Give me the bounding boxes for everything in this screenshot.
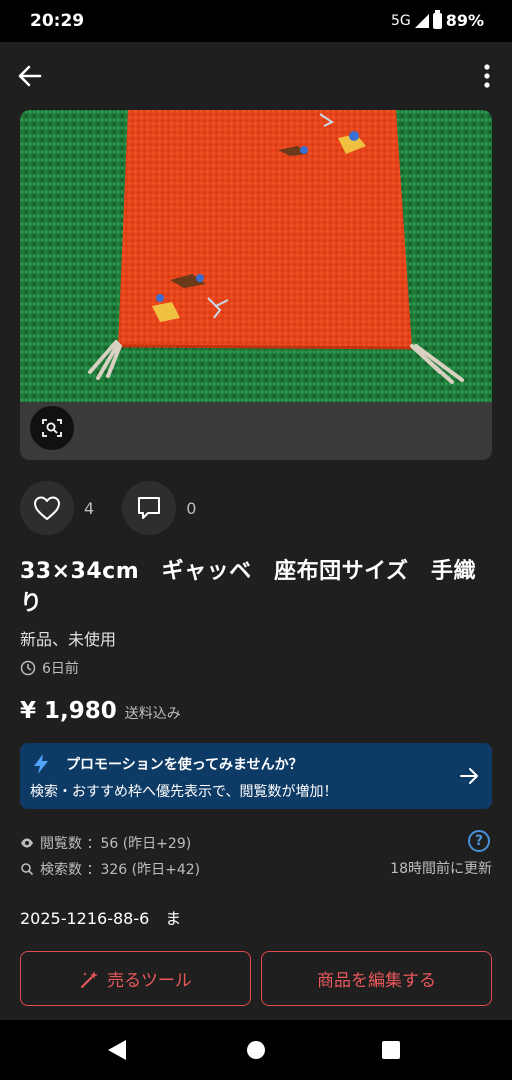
heart-icon	[34, 496, 60, 520]
updated-time: 18時間前に更新	[390, 861, 492, 877]
status-bar: 20:29 5G 89%	[0, 0, 512, 42]
posted-time: 6日前	[20, 658, 79, 678]
magic-wand-icon	[81, 970, 99, 988]
like-button[interactable]	[20, 481, 74, 535]
views-label: 閲覧数 ：56 (昨日+29)	[40, 836, 192, 852]
battery-percent: 89%	[445, 11, 484, 30]
help-button[interactable]: ?	[468, 830, 490, 852]
arrow-right-icon	[460, 768, 478, 784]
like-count: 4	[84, 498, 95, 518]
shipping-label: 送料込み	[124, 706, 181, 722]
searches-label: 検索数 ：326 (昨日+42)	[40, 862, 201, 878]
item-price: ¥ 1,980	[20, 698, 117, 724]
item-stats: 閲覧数 ：56 (昨日+29) 検索数 ：326 (昨日+42) ? 18時間前…	[20, 830, 492, 882]
nav-back-icon[interactable]	[108, 1040, 126, 1060]
views-stat: 閲覧数 ：56 (昨日+29)	[20, 830, 492, 856]
reactions: 4 0	[20, 480, 224, 536]
clock-icon	[20, 660, 36, 676]
comment-button[interactable]	[122, 481, 177, 535]
comment-icon	[138, 497, 161, 519]
product-photo[interactable]	[20, 110, 492, 402]
price-row: ¥ 1,980 送料込み	[20, 698, 181, 724]
eye-icon	[21, 838, 33, 848]
sell-tool-button[interactable]: 売るツール	[20, 951, 251, 1006]
edit-item-label: 商品を編集する	[317, 971, 436, 991]
promotion-title: プロモーションを使ってみませんか？	[66, 757, 303, 773]
promotion-banner[interactable]: プロモーションを使ってみませんか？ 検索・おすすめ枠へ優先表示で、閲覧数が増加！	[20, 743, 492, 809]
item-condition: 新品、未使用	[20, 630, 117, 649]
more-vertical-icon[interactable]	[480, 62, 494, 90]
image-search-icon	[42, 419, 62, 437]
image-search-button[interactable]	[30, 406, 74, 450]
app-bar	[0, 42, 512, 110]
product-image-card	[20, 110, 492, 460]
signal-icon	[414, 13, 429, 28]
status-time: 20:29	[30, 11, 85, 31]
promotion-subtitle: 検索・おすすめ枠へ優先表示で、閲覧数が増加！	[30, 784, 338, 800]
arrow-left-icon[interactable]	[14, 60, 46, 92]
item-title: 33×34cm ギャッベ 座布団サイズ 手織り	[20, 559, 476, 616]
nav-home-icon[interactable]	[247, 1041, 265, 1059]
system-nav-bar	[0, 1020, 512, 1080]
status-indicators: 5G 89%	[390, 9, 484, 30]
battery-icon	[432, 9, 442, 29]
posted-time-label: 6日前	[42, 661, 79, 677]
lightning-icon	[34, 754, 48, 774]
edit-item-button[interactable]: 商品を編集する	[261, 951, 492, 1006]
item-code: 2025-1216-88-6 ま	[20, 909, 182, 928]
network-label: 5G	[390, 12, 411, 29]
sell-tool-label: 売るツール	[107, 971, 192, 991]
nav-recent-apps-icon[interactable]	[382, 1041, 400, 1059]
search-icon	[21, 863, 34, 876]
action-buttons: 売るツール 商品を編集する	[20, 951, 492, 1006]
comment-count: 0	[186, 498, 197, 518]
